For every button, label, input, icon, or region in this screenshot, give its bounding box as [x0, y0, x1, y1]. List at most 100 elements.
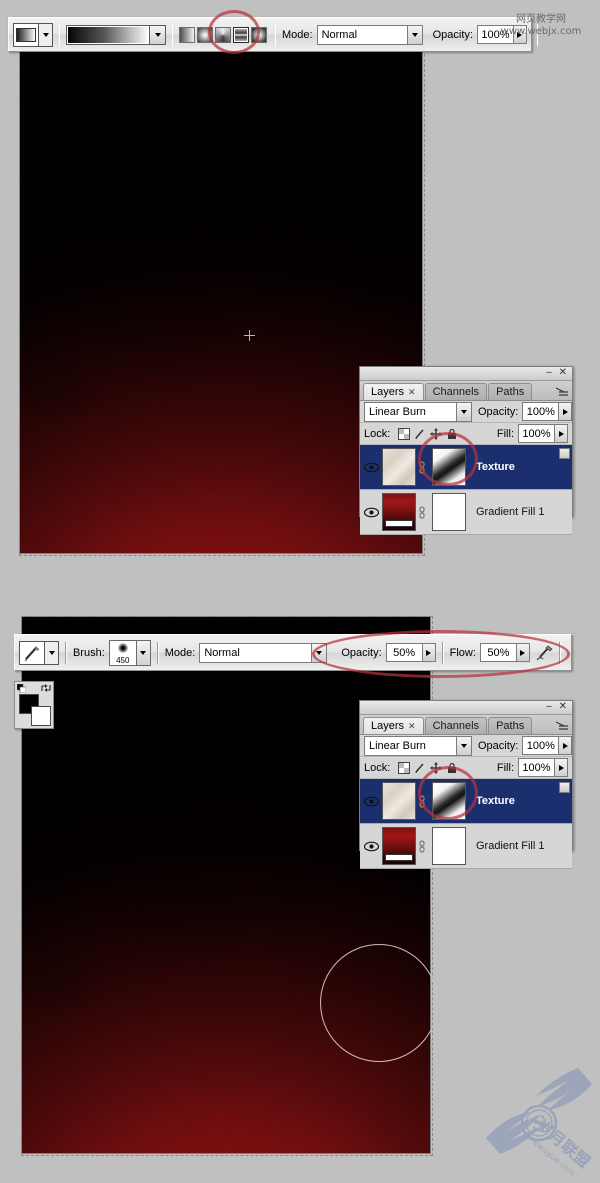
lock-image-pixels-icon[interactable] [414, 762, 426, 774]
radial-gradient-button[interactable] [197, 26, 213, 43]
layer-opacity-value[interactable]: 100% [522, 736, 559, 755]
lock-position-icon[interactable] [430, 761, 443, 774]
tab-paths[interactable]: Paths [488, 717, 533, 734]
scroll-handle-icon[interactable] [559, 448, 570, 459]
layer-opacity-stepper[interactable]: 100% [522, 402, 573, 421]
chevron-down-icon[interactable] [456, 401, 472, 422]
layer-thumbnail-texture[interactable] [382, 782, 416, 820]
layer-row-gradient-fill[interactable]: Gradient Fill 1 [360, 824, 572, 869]
blend-mode-row[interactable]: Linear Burn Opacity: 100% [360, 735, 573, 757]
panel-window-buttons[interactable]: – ✕ [546, 367, 569, 379]
lock-row[interactable]: Lock: Fill: 100% [360, 423, 572, 445]
swap-colors-icon[interactable] [41, 683, 51, 693]
layer-fill-value[interactable]: 100% [518, 424, 554, 443]
panel-titlebar[interactable]: – ✕ [360, 701, 572, 715]
panel-titlebar[interactable]: – ✕ [360, 367, 572, 381]
close-icon[interactable]: ✕ [408, 721, 416, 731]
layer-mask-thumbnail-texture[interactable] [432, 448, 466, 486]
layer-fill-stepper[interactable]: 100% [518, 424, 568, 443]
layer-blend-mode-select[interactable]: Linear Burn [364, 735, 472, 756]
brush-opacity-value[interactable]: 50% [385, 643, 422, 662]
gradient-tool-preset-picker[interactable] [13, 22, 53, 48]
brush-opacity-stepper[interactable]: 50% [385, 643, 436, 662]
tab-paths[interactable]: Paths [488, 383, 533, 400]
foreground-background-color-swatches[interactable] [14, 681, 54, 729]
triangle-right-icon[interactable] [558, 736, 573, 755]
link-mask-icon[interactable] [416, 839, 428, 853]
brush-flow-stepper[interactable]: 50% [479, 643, 530, 662]
brush-blend-mode-select[interactable]: Normal [199, 642, 328, 663]
panel-menu-icon[interactable] [555, 385, 569, 398]
angle-gradient-button[interactable] [215, 26, 231, 43]
eye-icon[interactable] [360, 796, 382, 807]
link-mask-icon[interactable] [416, 460, 428, 474]
layer-mask-thumbnail-texture[interactable] [432, 782, 466, 820]
brush-preview[interactable]: 450 [108, 639, 137, 666]
lock-transparent-pixels-icon[interactable] [398, 427, 411, 440]
close-icon[interactable]: ✕ [408, 387, 416, 397]
link-mask-icon[interactable] [416, 794, 428, 808]
lock-all-icon[interactable] [446, 762, 458, 774]
triangle-right-icon[interactable] [554, 424, 568, 443]
layer-row-gradient-fill[interactable]: Gradient Fill 1 [360, 490, 572, 535]
eye-icon[interactable] [360, 507, 382, 518]
brush-preset-picker[interactable]: 450 [108, 639, 151, 666]
layer-thumbnail-gradient-fill[interactable] [382, 827, 416, 865]
brush-tool-options-bar[interactable]: Brush: 450 Mode: Normal Opacity: 50% Flo… [14, 634, 572, 671]
lock-image-pixels-icon[interactable] [414, 428, 426, 440]
panel-menu-icon[interactable] [555, 719, 569, 732]
layer-opacity-value[interactable]: 100% [522, 402, 559, 421]
panel-tabs[interactable]: Layers ✕ Channels Paths [360, 381, 572, 401]
triangle-right-icon[interactable] [554, 758, 568, 777]
default-colors-icon[interactable] [17, 684, 26, 693]
gradient-preview-swatch[interactable] [66, 24, 150, 45]
lock-buttons[interactable] [398, 427, 458, 440]
chevron-down-icon[interactable] [45, 640, 59, 665]
tab-channels[interactable]: Channels [424, 383, 488, 400]
layer-thumbnail-texture[interactable] [382, 448, 416, 486]
chevron-down-icon[interactable] [406, 24, 423, 45]
reflected-gradient-button[interactable] [233, 26, 249, 43]
brush-flow-value[interactable]: 50% [479, 643, 516, 662]
lock-row[interactable]: Lock: Fill: 100% [360, 757, 572, 779]
gradient-tool-options-bar[interactable]: Mode: Normal Opacity: 100% [8, 17, 538, 52]
tab-layers[interactable]: Layers ✕ [363, 717, 424, 734]
lock-all-icon[interactable] [446, 428, 458, 440]
lock-buttons[interactable] [398, 761, 458, 774]
triangle-right-icon[interactable] [558, 402, 573, 421]
layer-mask-thumbnail-gradient-fill[interactable] [432, 493, 466, 531]
blend-mode-row[interactable]: Linear Burn Opacity: 100% [360, 401, 573, 423]
panel-tabs[interactable]: Layers ✕ Channels Paths [360, 715, 572, 735]
triangle-right-icon[interactable] [421, 643, 436, 662]
chevron-down-icon[interactable] [456, 735, 472, 756]
layer-row-texture[interactable]: Texture [360, 445, 572, 490]
linear-gradient-button[interactable] [179, 26, 195, 43]
gradient-type-buttons[interactable] [179, 26, 269, 43]
lock-position-icon[interactable] [430, 427, 443, 440]
layer-opacity-stepper[interactable]: 100% [522, 736, 573, 755]
layers-panel-bottom[interactable]: – ✕ Layers ✕ Channels Paths Linear Burn O… [359, 700, 573, 869]
lock-transparent-pixels-icon[interactable] [398, 761, 411, 774]
layer-fill-value[interactable]: 100% [518, 758, 554, 777]
triangle-right-icon[interactable] [515, 643, 530, 662]
link-mask-icon[interactable] [416, 505, 428, 519]
eye-icon[interactable] [360, 841, 382, 852]
blend-mode-select[interactable]: Normal [316, 24, 423, 45]
chevron-down-icon[interactable] [311, 642, 328, 663]
chevron-down-icon[interactable] [39, 22, 53, 47]
layer-thumbnail-gradient-fill[interactable] [382, 493, 416, 531]
canvas-bottom[interactable] [22, 617, 430, 1153]
airbrush-icon[interactable] [534, 644, 557, 661]
tab-layers[interactable]: Layers ✕ [363, 383, 424, 400]
layer-row-texture[interactable]: Texture [360, 779, 572, 824]
brush-tool-preset-picker[interactable] [19, 640, 59, 666]
chevron-down-icon[interactable] [136, 639, 151, 666]
background-color-swatch[interactable] [31, 706, 51, 726]
diamond-gradient-button[interactable] [251, 26, 267, 43]
layer-mask-thumbnail-gradient-fill[interactable] [432, 827, 466, 865]
tab-channels[interactable]: Channels [424, 717, 488, 734]
scroll-handle-icon[interactable] [559, 782, 570, 793]
panel-window-buttons[interactable]: – ✕ [546, 701, 569, 713]
layer-fill-stepper[interactable]: 100% [518, 758, 568, 777]
layer-blend-mode-select[interactable]: Linear Burn [364, 401, 472, 422]
